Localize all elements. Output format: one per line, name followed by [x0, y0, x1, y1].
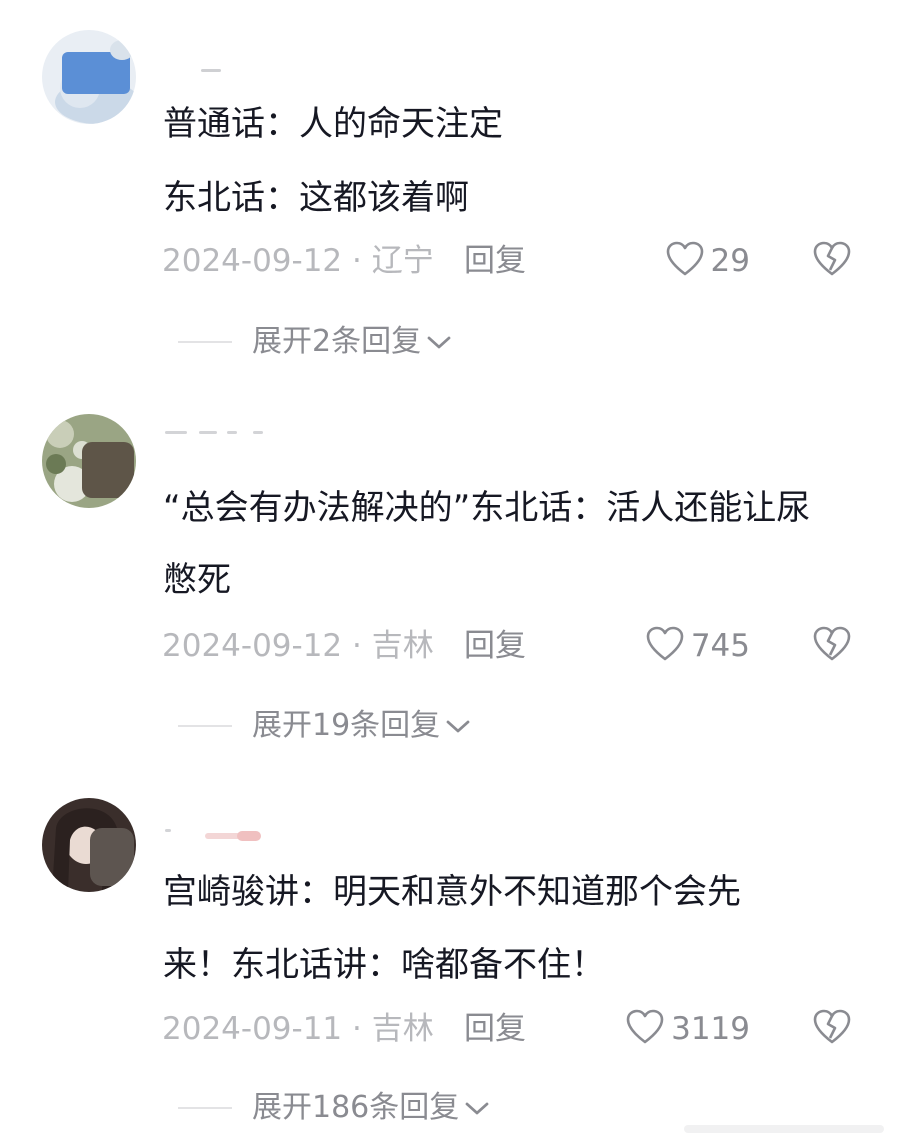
like-count: 3119	[671, 1011, 750, 1047]
avatar[interactable]	[42, 414, 136, 508]
username-redacted[interactable]	[165, 828, 285, 842]
date-location: 2024-09-12 · 辽宁	[162, 243, 434, 279]
comment-text-line: “总会有办法解决的”东北话：活人还能让尿	[163, 488, 811, 528]
divider	[178, 341, 232, 343]
reply-button[interactable]: 回复	[464, 241, 526, 281]
dislike-button[interactable]	[810, 1009, 854, 1049]
expand-replies-label: 展开2条回复	[252, 324, 422, 359]
dislike-button[interactable]	[810, 241, 854, 281]
avatar[interactable]	[42, 30, 136, 124]
like-button[interactable]: 3119	[625, 1009, 750, 1049]
chevron-down-icon	[463, 1098, 491, 1118]
like-button[interactable]: 745	[645, 626, 750, 666]
dislike-button[interactable]	[810, 626, 854, 666]
date-location: 2024-09-11 · 吉林	[162, 1011, 434, 1047]
expand-replies-label: 展开19条回复	[252, 708, 441, 743]
username-redacted[interactable]	[165, 426, 285, 440]
username-redacted[interactable]	[165, 62, 285, 76]
expand-replies-button[interactable]: 展开2条回复	[178, 322, 453, 362]
comment-text-line: 东北话：这都该着啊	[163, 178, 469, 218]
divider	[178, 1107, 232, 1109]
broken-heart-icon	[812, 1008, 852, 1050]
heart-outline-icon	[665, 240, 705, 282]
reply-button[interactable]: 回复	[464, 1009, 526, 1049]
comment-meta: 2024-09-12 · 吉林 回复 745	[162, 626, 862, 666]
chevron-down-icon	[425, 332, 453, 352]
comment-text-line: 宫崎骏讲：明天和意外不知道那个会先	[163, 872, 741, 912]
expand-replies-button[interactable]: 展开186条回复	[178, 1088, 491, 1128]
like-count: 745	[690, 628, 750, 664]
comment-meta: 2024-09-11 · 吉林 回复 3119	[162, 1009, 862, 1049]
comment-text-line: 普通话：人的命天注定	[163, 104, 503, 144]
like-count: 29	[710, 243, 750, 279]
heart-outline-icon	[645, 625, 685, 667]
comment-text-line: 来！东北话讲：啥都备不住！	[163, 945, 605, 985]
comment-meta: 2024-09-12 · 辽宁 回复 29	[162, 241, 862, 281]
avatar[interactable]	[42, 798, 136, 892]
comment-text-line: 憋死	[163, 560, 231, 600]
broken-heart-icon	[812, 240, 852, 282]
expand-replies-button[interactable]: 展开19条回复	[178, 706, 472, 746]
reply-button[interactable]: 回复	[464, 626, 526, 666]
watermark	[674, 1117, 894, 1141]
date-location: 2024-09-12 · 吉林	[162, 628, 434, 664]
chevron-down-icon	[444, 716, 472, 736]
heart-outline-icon	[625, 1008, 665, 1050]
expand-replies-label: 展开186条回复	[252, 1090, 460, 1125]
like-button[interactable]: 29	[665, 241, 750, 281]
broken-heart-icon	[812, 625, 852, 667]
divider	[178, 725, 232, 727]
